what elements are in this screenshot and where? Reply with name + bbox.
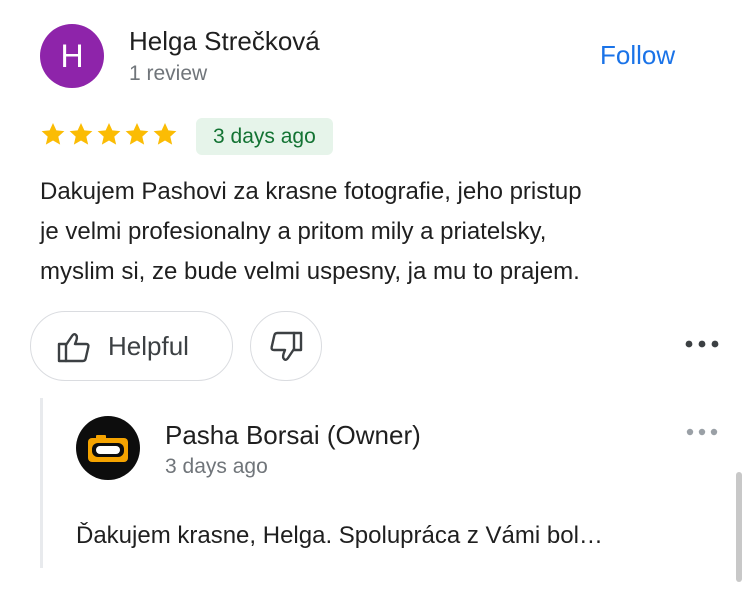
reviewer-name[interactable]: Helga Strečková (129, 26, 320, 57)
reviewer-avatar[interactable]: H (40, 24, 104, 88)
review-text-line: Dakujem Pashovi za krasne fotografie, je… (40, 178, 582, 205)
star-icon (97, 122, 121, 145)
thumbs-down-icon (270, 331, 303, 361)
follow-button[interactable]: Follow (600, 40, 675, 71)
review-text-line: je velmi profesionalny a pritom mily a p… (40, 218, 547, 245)
not-helpful-button[interactable] (250, 311, 322, 381)
review-text: Dakujem Pashovi za krasne fotografie, je… (40, 172, 720, 292)
camera-logo-icon (76, 416, 140, 480)
avatar-letter: H (60, 37, 84, 74)
star-icon (41, 122, 65, 145)
star-rating (40, 121, 178, 147)
review-date: 3 days ago (213, 124, 316, 148)
review-text-line: myslim si, ze bude velmi uspesny, ja mu … (40, 258, 580, 285)
owner-reply-text[interactable]: Ďakujem krasne, Helga. Spolupráca z Vámi… (76, 522, 603, 550)
thumbs-up-icon (57, 333, 90, 363)
owner-name: Pasha Borsai (Owner) (165, 420, 421, 450)
owner-reply-date: 3 days ago (165, 455, 268, 478)
more-options-icon[interactable] (682, 334, 722, 354)
reviewer-review-count: 1 review (129, 62, 208, 85)
helpful-label: Helpful (108, 331, 189, 361)
star-icon (153, 122, 177, 145)
reply-divider (40, 398, 43, 568)
star-icon (125, 122, 149, 145)
star-icon (69, 122, 93, 145)
scrollbar[interactable] (736, 472, 742, 582)
review-date-badge: 3 days ago (196, 118, 333, 155)
helpful-button[interactable]: Helpful (30, 311, 233, 381)
reply-more-options-icon[interactable] (683, 423, 721, 441)
